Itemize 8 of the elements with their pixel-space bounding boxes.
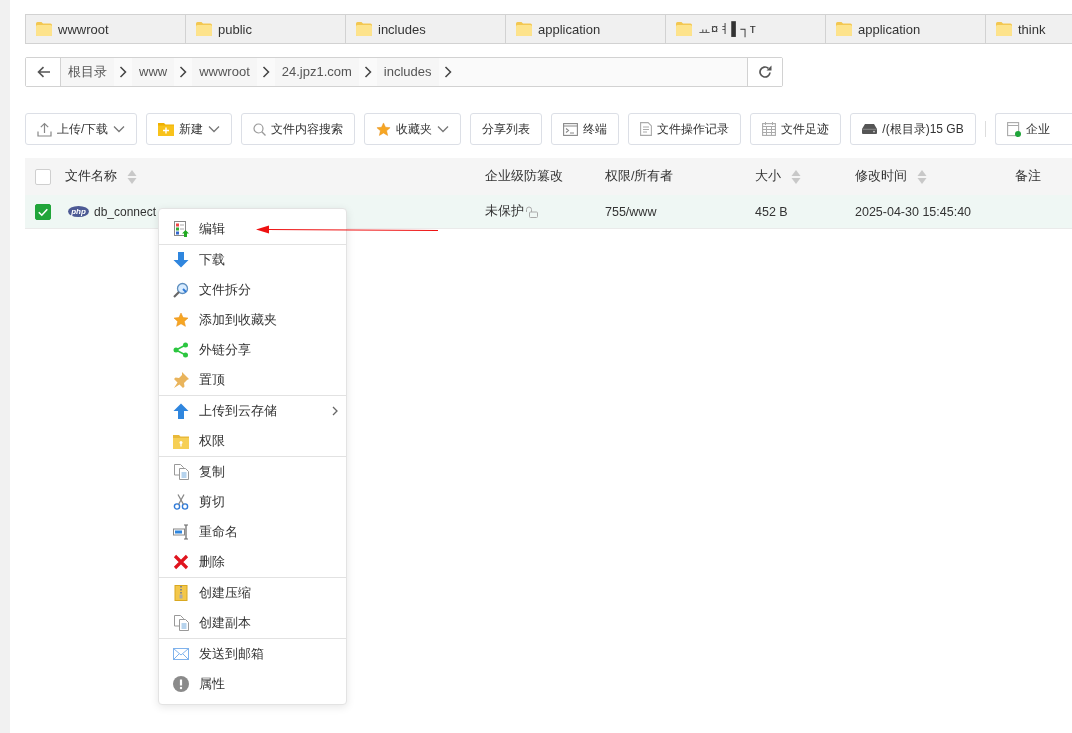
protection-status: 未保护: [485, 203, 524, 220]
table-cell: 755/www: [605, 204, 657, 219]
column-header: 企业级防篡改: [485, 168, 563, 185]
column-header: 备注: [1015, 168, 1041, 185]
column-header: 权限/所有者: [605, 168, 674, 185]
table-cell: 452 B: [755, 204, 788, 219]
table-cell: 2025-04-30 15:45:40: [855, 204, 972, 219]
file-type-badge: php: [68, 206, 89, 217]
